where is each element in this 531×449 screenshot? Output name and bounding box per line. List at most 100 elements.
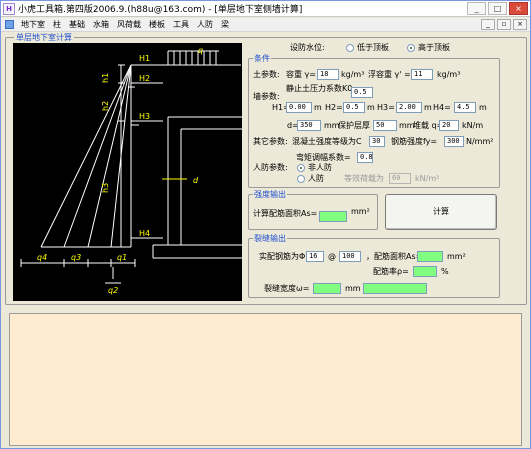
maximize-button[interactable]: □ bbox=[488, 2, 507, 15]
water-level-below-label[interactable]: 低于顶板 bbox=[357, 43, 389, 53]
steel-strength-unit: N/mm² bbox=[466, 137, 494, 146]
title-bar[interactable]: H 小虎工具箱.第四版2006.9.(h88u@163.com) - [单层地下… bbox=[1, 1, 530, 17]
water-level-below-radio[interactable] bbox=[346, 44, 354, 52]
mdi-minimize-button[interactable]: _ bbox=[481, 19, 495, 30]
at-symbol: @ bbox=[328, 252, 336, 261]
non-defense-radio[interactable] bbox=[297, 164, 305, 172]
label-h3: h3 bbox=[101, 183, 110, 193]
label-q2: q2 bbox=[108, 286, 118, 295]
H4-input[interactable]: 4.5 bbox=[454, 102, 476, 113]
required-area-label: 计算配筋面积As= bbox=[253, 209, 318, 218]
mdi-close-button[interactable]: × bbox=[513, 19, 527, 30]
label-H4: H4 bbox=[139, 229, 150, 238]
calculate-button[interactable]: 计算 bbox=[385, 194, 497, 230]
H3-input[interactable]: 2.00 bbox=[396, 102, 422, 113]
buoyant-weight-label: 浮容重 γ' = bbox=[368, 70, 411, 79]
rebar-area-unit: mm² bbox=[447, 252, 466, 261]
strength-output-caption: 强度输出 bbox=[253, 189, 287, 200]
H4-unit: m bbox=[479, 103, 487, 112]
reinforcement-ratio-output bbox=[413, 266, 437, 277]
H4-label: H4= bbox=[433, 103, 451, 112]
defense-label[interactable]: 人防 bbox=[308, 174, 324, 184]
menu-bar: 地下室 柱 基础 水箱 风荷载 楼板 工具 人防 梁 _ ▫ × bbox=[1, 18, 530, 32]
label-q3: q3 bbox=[71, 253, 81, 262]
reinforcement-ratio-unit: % bbox=[441, 267, 449, 276]
rebar-label: 实配钢筋为Φ bbox=[259, 252, 306, 261]
menu-wind-load[interactable]: 风荷载 bbox=[113, 19, 145, 30]
required-area-output bbox=[319, 211, 347, 222]
menu-slab[interactable]: 楼板 bbox=[145, 19, 169, 30]
menu-beam[interactable]: 梁 bbox=[217, 19, 233, 30]
equiv-load-input[interactable]: 60 bbox=[389, 173, 411, 184]
wall-params-label: 墙参数: bbox=[253, 92, 280, 101]
label-H2: H2 bbox=[139, 74, 150, 83]
label-q: q bbox=[198, 46, 203, 55]
soil-params-label: 土参数: bbox=[253, 70, 280, 79]
label-q4: q4 bbox=[37, 253, 47, 262]
mdi-restore-button[interactable]: ▫ bbox=[497, 19, 511, 30]
unit-weight-input[interactable]: 18 bbox=[317, 69, 339, 80]
close-button[interactable]: × bbox=[509, 2, 528, 15]
conditions-caption: 条件 bbox=[253, 53, 271, 64]
buoyant-weight-unit: kg/m³ bbox=[437, 70, 461, 79]
menu-tools[interactable]: 工具 bbox=[169, 19, 193, 30]
menu-tank[interactable]: 水箱 bbox=[89, 19, 113, 30]
static-pressure-coef-input[interactable]: 0.5 bbox=[351, 87, 373, 98]
civil-defense-label: 人防参数: bbox=[253, 163, 288, 172]
concrete-grade-input[interactable]: 30 bbox=[369, 136, 385, 147]
main-group-caption: 单层地下室计算 bbox=[14, 32, 74, 43]
water-level-above-radio[interactable] bbox=[407, 44, 415, 52]
steel-strength-input[interactable]: 300 bbox=[444, 136, 464, 147]
unit-weight-label: 容重 γ= bbox=[286, 70, 316, 79]
thickness-input[interactable]: 350 bbox=[297, 120, 321, 131]
cover-label: 保护层厚 bbox=[338, 121, 370, 130]
label-H1: H1 bbox=[139, 54, 150, 63]
buoyant-weight-input[interactable]: 11 bbox=[411, 69, 433, 80]
H3-unit: m bbox=[424, 103, 432, 112]
surcharge-unit: kN/m bbox=[462, 121, 484, 130]
app-window: H 小虎工具箱.第四版2006.9.(h88u@163.com) - [单层地下… bbox=[0, 0, 531, 449]
window-title: 小虎工具箱.第四版2006.9.(h88u@163.com) - [单层地下室侧… bbox=[18, 5, 303, 15]
static-pressure-coef-label: 静止土压力系数K0 bbox=[286, 84, 353, 93]
crack-width-unit: mm bbox=[345, 284, 361, 293]
crack-output-caption: 裂缝输出 bbox=[253, 233, 287, 244]
required-area-unit: mm² bbox=[351, 207, 370, 216]
document-icon bbox=[5, 20, 14, 29]
defense-radio[interactable] bbox=[297, 175, 305, 183]
label-h1: h1 bbox=[101, 73, 110, 83]
cover-input[interactable]: 50 bbox=[373, 120, 397, 131]
wall-section-drawing: q H1 h1 H2 h2 H3 h3 H4 d q4 q3 q1 q2 bbox=[13, 43, 242, 301]
crack-width-label: 裂缝宽度ω= bbox=[264, 284, 310, 293]
concrete-grade-label: 混凝土强度等级为C bbox=[292, 137, 362, 146]
moment-factor-label: 弯矩调幅系数= bbox=[296, 153, 351, 162]
equiv-load-unit: kN/m² bbox=[415, 174, 440, 183]
non-defense-label[interactable]: 非人防 bbox=[308, 163, 332, 173]
H2-input[interactable]: 0.5 bbox=[343, 102, 365, 113]
H2-label: H2= bbox=[325, 103, 343, 112]
other-params-label: 其它参数: bbox=[253, 137, 288, 146]
H3-label: H3= bbox=[377, 103, 395, 112]
water-level-label: 设防水位: bbox=[290, 43, 325, 52]
surcharge-input[interactable]: 20 bbox=[439, 120, 459, 131]
H2-unit: m bbox=[367, 103, 375, 112]
menu-civil-defense[interactable]: 人防 bbox=[193, 19, 217, 30]
menu-basement[interactable]: 地下室 bbox=[17, 19, 49, 30]
label-d: d bbox=[193, 176, 199, 185]
minimize-button[interactable]: _ bbox=[467, 2, 486, 15]
menu-column[interactable]: 柱 bbox=[49, 19, 65, 30]
water-level-above-label[interactable]: 高于顶板 bbox=[418, 43, 450, 53]
menu-foundation[interactable]: 基础 bbox=[65, 19, 89, 30]
H1-input[interactable]: 0.00 bbox=[286, 102, 312, 113]
H1-unit: m bbox=[314, 103, 322, 112]
moment-factor-input[interactable]: 0.8 bbox=[357, 152, 373, 163]
crack-width-output bbox=[313, 283, 341, 294]
equiv-load-label: 等效荷载为 bbox=[344, 174, 384, 183]
label-q1: q1 bbox=[117, 253, 127, 262]
rebar-spacing-input[interactable]: 100 bbox=[339, 251, 361, 262]
steel-strength-label: 钢筋强度fy= bbox=[391, 137, 438, 146]
result-output-area[interactable] bbox=[9, 313, 522, 446]
app-icon: H bbox=[3, 2, 15, 15]
reinforcement-ratio-label: 配筋率ρ= bbox=[373, 267, 409, 276]
rebar-area-label: ，配筋面积As= bbox=[366, 252, 423, 261]
rebar-diameter-input[interactable]: 16 bbox=[306, 251, 324, 262]
